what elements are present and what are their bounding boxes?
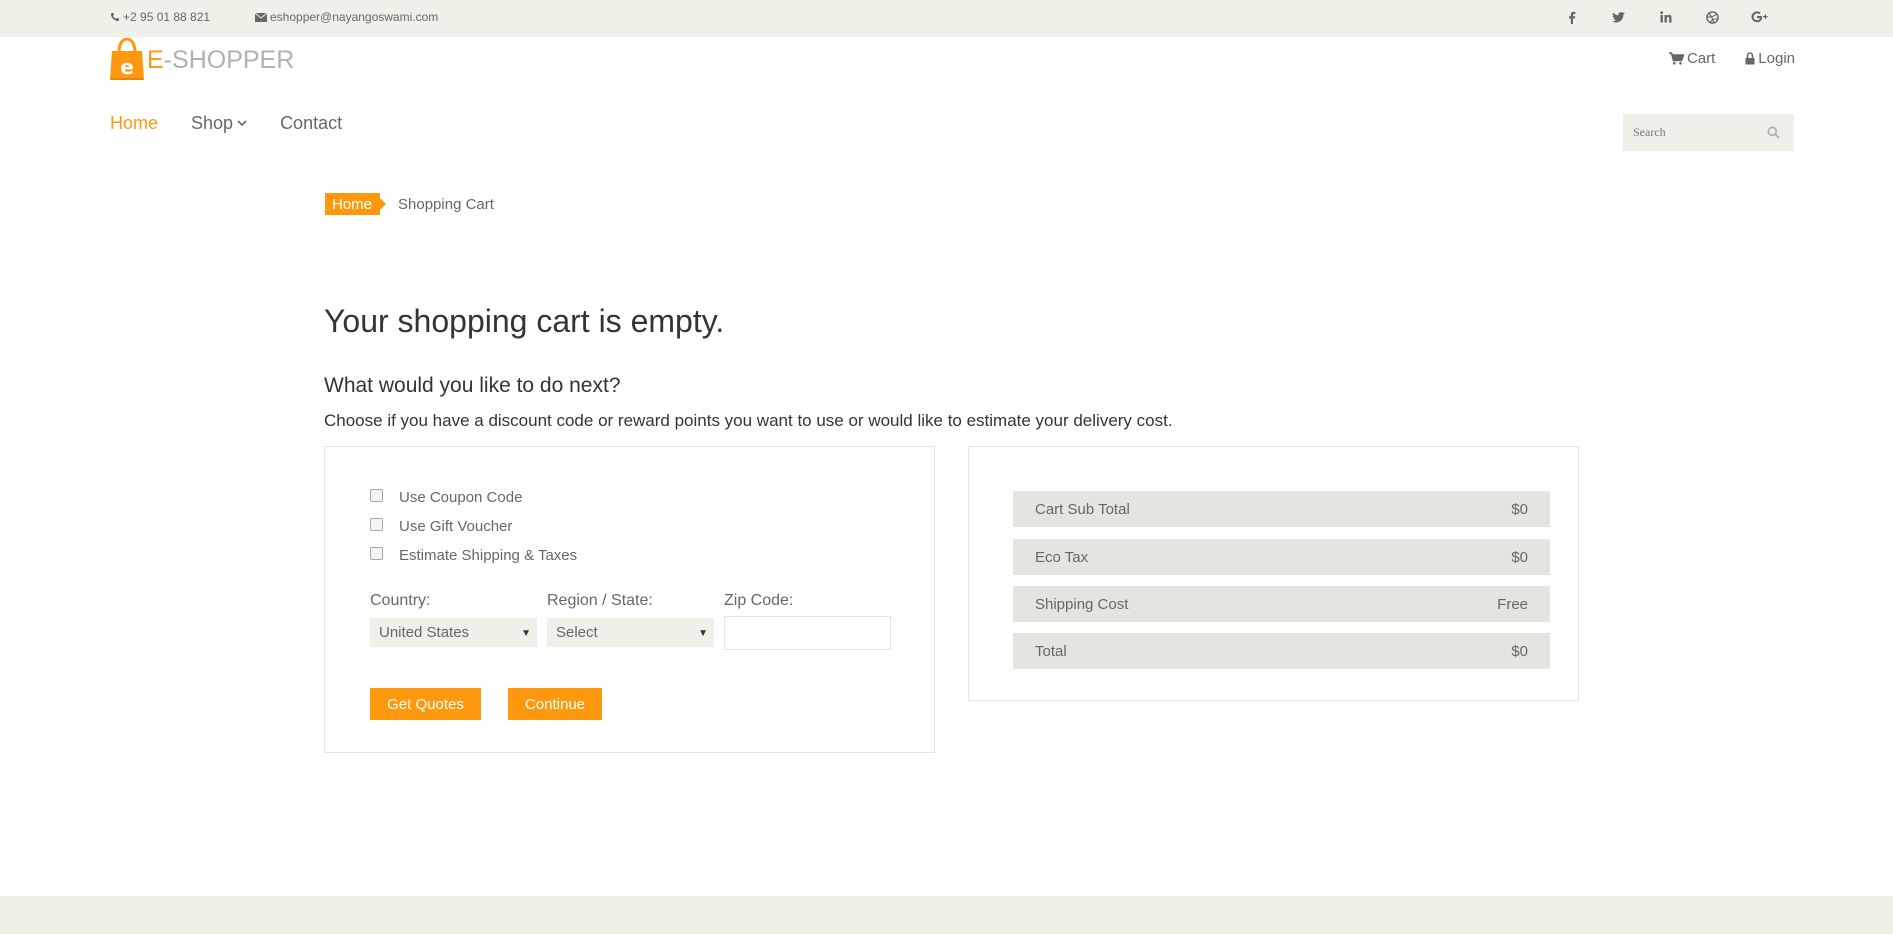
envelope-icon <box>255 12 267 22</box>
region-value: Select <box>556 624 598 641</box>
social-links <box>1548 7 1783 27</box>
header-links: Cart Login <box>1668 50 1795 67</box>
footer <box>0 896 1893 934</box>
option-label: Estimate Shipping & Taxes <box>399 547 578 564</box>
breadcrumb-current: Shopping Cart <box>398 195 494 213</box>
page-title: Your shopping cart is empty. <box>324 303 725 339</box>
dribbble-icon[interactable] <box>1689 7 1736 27</box>
search-icon[interactable] <box>1767 126 1780 144</box>
total-label: Total <box>1035 642 1067 660</box>
email-text: eshopper@nayangoswami.com <box>270 10 439 24</box>
twitter-icon[interactable] <box>1595 7 1642 27</box>
shipping-checkbox[interactable] <box>370 547 383 560</box>
zip-code-input[interactable] <box>724 616 891 650</box>
phone-text: +2 95 01 88 821 <box>123 10 211 24</box>
continue-button[interactable]: Continue <box>508 688 602 720</box>
shopping-bag-logo-icon: e <box>110 38 144 80</box>
total-label: Eco Tax <box>1035 548 1089 566</box>
cart-label: Cart <box>1686 50 1716 67</box>
option-shipping[interactable]: Estimate Shipping & Taxes <box>370 541 577 570</box>
top-bar: +2 95 01 88 821 eshopper@nayangoswami.co… <box>0 0 1893 37</box>
total-value: $0 <box>1511 548 1528 566</box>
country-value: United States <box>379 624 470 641</box>
dropdown-arrow-icon: ▼ <box>521 628 531 639</box>
cart-link[interactable]: Cart <box>1668 50 1716 67</box>
next-steps-title: What would you like to do next? <box>324 374 621 397</box>
facebook-icon[interactable] <box>1548 7 1595 27</box>
search-box <box>1623 114 1794 151</box>
coupon-checkbox[interactable] <box>370 489 383 502</box>
total-value: $0 <box>1511 500 1528 518</box>
phone-icon <box>111 13 119 21</box>
option-voucher[interactable]: Use Gift Voucher <box>370 512 577 541</box>
google-plus-icon[interactable] <box>1736 7 1783 27</box>
get-quotes-button[interactable]: Get Quotes <box>370 688 481 720</box>
lock-icon <box>1745 52 1755 65</box>
dropdown-arrow-icon: ▼ <box>698 628 708 639</box>
country-select[interactable]: United States ▼ <box>370 618 537 647</box>
cart-icon <box>1668 52 1684 65</box>
main-nav: Home Shop Contact <box>110 113 342 134</box>
voucher-checkbox[interactable] <box>370 518 383 531</box>
cart-totals-panel: Cart Sub Total $0 Eco Tax $0 Shipping Co… <box>968 446 1579 701</box>
email-contact[interactable]: eshopper@nayangoswami.com <box>255 10 438 24</box>
total-row-total: Total $0 <box>1013 633 1550 669</box>
option-label: Use Gift Voucher <box>399 518 513 535</box>
login-label: Login <box>1758 50 1795 67</box>
option-label: Use Coupon Code <box>399 489 523 506</box>
options-list: Use Coupon Code Use Gift Voucher Estimat… <box>370 483 577 570</box>
region-select[interactable]: Select ▼ <box>547 618 714 647</box>
chevron-down-icon <box>237 120 247 127</box>
nav-shop-label: Shop <box>191 113 234 133</box>
option-coupon[interactable]: Use Coupon Code <box>370 483 577 512</box>
search-input[interactable] <box>1623 114 1753 151</box>
total-label: Shipping Cost <box>1035 595 1129 613</box>
logo-brand-e: E <box>147 45 164 74</box>
logo[interactable]: e E-SHOPPER <box>110 38 294 82</box>
logo-text: E-SHOPPER <box>147 46 294 75</box>
total-row-subtotal: Cart Sub Total $0 <box>1013 491 1550 527</box>
zip-label: Zip Code: <box>724 592 794 609</box>
cart-options-panel: Use Coupon Code Use Gift Voucher Estimat… <box>324 446 935 753</box>
total-value: Free <box>1497 595 1528 613</box>
country-label: Country: <box>370 592 431 609</box>
logo-letter: e <box>120 55 134 79</box>
nav-contact[interactable]: Contact <box>280 113 342 134</box>
total-label: Cart Sub Total <box>1035 500 1130 518</box>
phone-contact[interactable]: +2 95 01 88 821 <box>110 10 210 24</box>
breadcrumb: Home Shopping Cart <box>325 193 494 215</box>
logo-brand-rest: -SHOPPER <box>163 45 295 74</box>
nav-home[interactable]: Home <box>110 113 158 134</box>
linkedin-icon[interactable] <box>1642 7 1689 27</box>
login-link[interactable]: Login <box>1745 50 1795 67</box>
next-steps-description: Choose if you have a discount code or re… <box>324 411 1173 430</box>
region-label: Region / State: <box>547 592 653 609</box>
breadcrumb-home[interactable]: Home <box>325 193 387 215</box>
total-value: $0 <box>1511 642 1528 660</box>
nav-shop[interactable]: Shop <box>191 113 247 134</box>
total-row-shipping: Shipping Cost Free <box>1013 586 1550 622</box>
total-row-ecotax: Eco Tax $0 <box>1013 539 1550 575</box>
